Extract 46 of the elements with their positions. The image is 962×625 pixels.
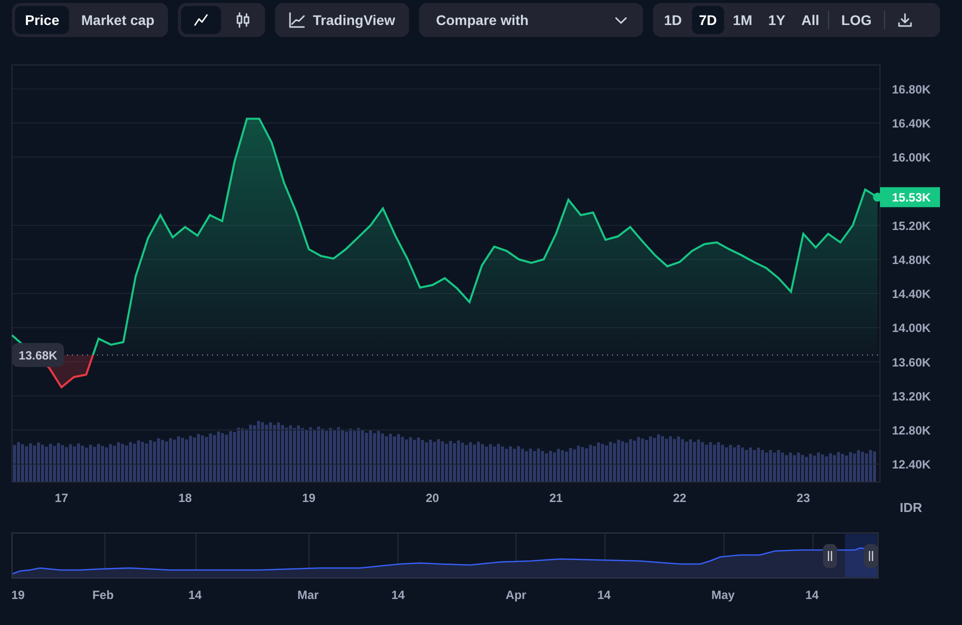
y-axis-label: 12.40K	[892, 458, 931, 472]
current-price-badge: 15.53K	[880, 187, 940, 208]
timeline-label: May	[711, 588, 735, 602]
timeline-label: Feb	[92, 588, 114, 602]
y-axis-label: 16.80K	[892, 82, 931, 96]
range-handle[interactable]	[823, 544, 837, 568]
baseline-label: 13.68K	[12, 342, 64, 367]
timeline-label: 14	[391, 588, 405, 602]
range-button[interactable]: All	[794, 6, 826, 34]
log-button[interactable]: LOG	[831, 6, 882, 34]
y-axis-label: 14.40K	[892, 287, 931, 302]
timeline-label: 14	[805, 588, 819, 602]
range-button[interactable]: 1M	[726, 6, 760, 34]
timeline-label: 14	[597, 588, 611, 602]
timeline-label: 14	[188, 588, 202, 602]
candlestick-icon	[235, 12, 251, 28]
line-chart-button[interactable]	[181, 6, 221, 34]
y-axis-label: 13.20K	[892, 389, 931, 404]
y-axis-label: 16.00K	[892, 150, 931, 165]
x-axis-label: 20	[426, 491, 440, 505]
x-axis-label: 22	[673, 491, 686, 505]
ref-line-label: 13.68K	[18, 348, 58, 362]
x-axis-label: 21	[549, 491, 563, 505]
range-button[interactable]: 7D	[692, 6, 724, 34]
x-axis-label: 18	[178, 491, 192, 505]
timeline-label: Mar	[297, 588, 319, 602]
download-icon	[896, 12, 913, 28]
range-button[interactable]: 1Y	[761, 6, 792, 34]
x-axis-label: 19	[302, 491, 316, 505]
timeline-label: Apr	[506, 588, 526, 602]
y-axis-label: 14.00K	[892, 321, 931, 336]
x-axis-label: 23	[796, 491, 810, 505]
timeline-label: 19	[11, 588, 25, 602]
chart-icon	[288, 12, 305, 28]
y-axis-label: 16.40K	[892, 116, 931, 130]
view-tab[interactable]: Market cap	[71, 6, 164, 34]
currency-label: IDR	[900, 500, 922, 515]
y-axis-label: 14.80K	[892, 252, 931, 267]
y-axis-label: 15.20K	[892, 218, 931, 233]
x-axis-label: 17	[54, 491, 68, 505]
y-axis-label: 12.80K	[892, 423, 931, 438]
y-axis-label: 13.60K	[892, 355, 931, 370]
range-button[interactable]: 1D	[656, 6, 690, 34]
range-handle[interactable]	[864, 544, 878, 568]
line-chart-icon	[193, 12, 209, 28]
view-tab[interactable]: Price	[15, 6, 70, 34]
